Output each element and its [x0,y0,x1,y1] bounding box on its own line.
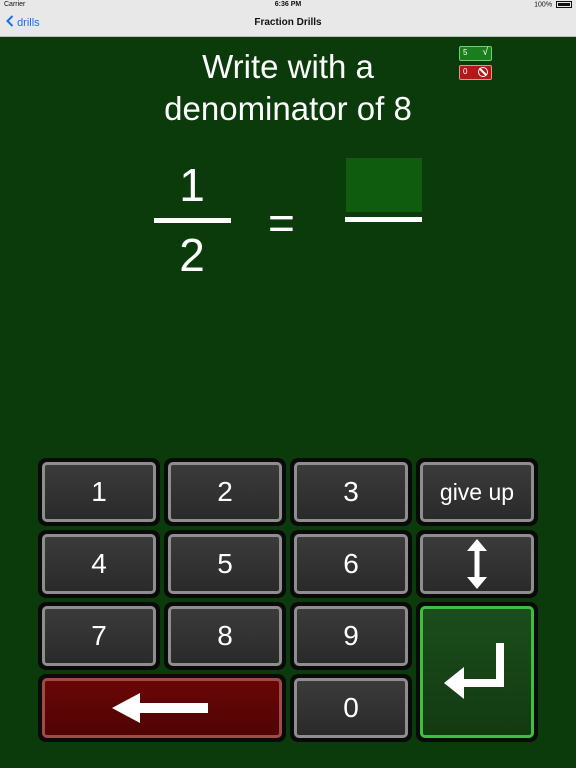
enter-arrow-icon [444,643,504,699]
status-time: 6:36 PM [274,1,302,8]
toggle-field-button[interactable] [416,530,538,598]
key-5[interactable]: 5 [164,530,286,598]
checkmark-icon: √ [482,47,489,58]
key-9[interactable]: 9 [290,602,412,670]
battery-percent: 100% [534,1,553,9]
left-arrow-icon [112,693,208,723]
backspace-button[interactable] [38,674,286,742]
nav-title: Fraction Drills [254,17,322,28]
key-8[interactable]: 8 [164,602,286,670]
fraction-numerator: 1 [179,159,205,211]
prompt-line-1: Write with a [202,48,374,85]
key-1[interactable]: 1 [38,458,160,526]
fraction-bar [154,218,231,223]
no-entry-icon [478,66,488,79]
answer-numerator-input[interactable] [346,158,422,212]
navigation-bar: drills Fraction Drills [0,10,576,37]
question-prompt: Write with a denominator of 8 [100,46,476,130]
fraction-denominator: 2 [179,229,205,281]
answer-fraction-bar [345,217,422,222]
key-0[interactable]: 0 [290,674,412,742]
correct-count-badge: 5 √ [459,46,492,61]
key-6[interactable]: 6 [290,530,412,598]
key-2[interactable]: 2 [164,458,286,526]
wrong-count-badge: 0 [459,65,492,80]
give-up-button[interactable]: give up [416,458,538,526]
correct-count: 5 [463,48,468,57]
enter-button[interactable] [416,602,538,742]
battery-icon [556,1,572,8]
battery-status: 100% [534,1,572,8]
key-7[interactable]: 7 [38,602,160,670]
numeric-keypad: 1 2 3 give up 4 5 6 7 8 9 0 [38,458,538,743]
equals-sign: = [268,197,295,249]
status-bar: Carrier 6:36 PM 100% [0,0,576,10]
prompt-line-2: denominator of 8 [164,90,412,127]
key-4[interactable]: 4 [38,530,160,598]
key-3[interactable]: 3 [290,458,412,526]
wrong-count: 0 [463,67,468,76]
up-down-arrow-icon [467,539,487,589]
